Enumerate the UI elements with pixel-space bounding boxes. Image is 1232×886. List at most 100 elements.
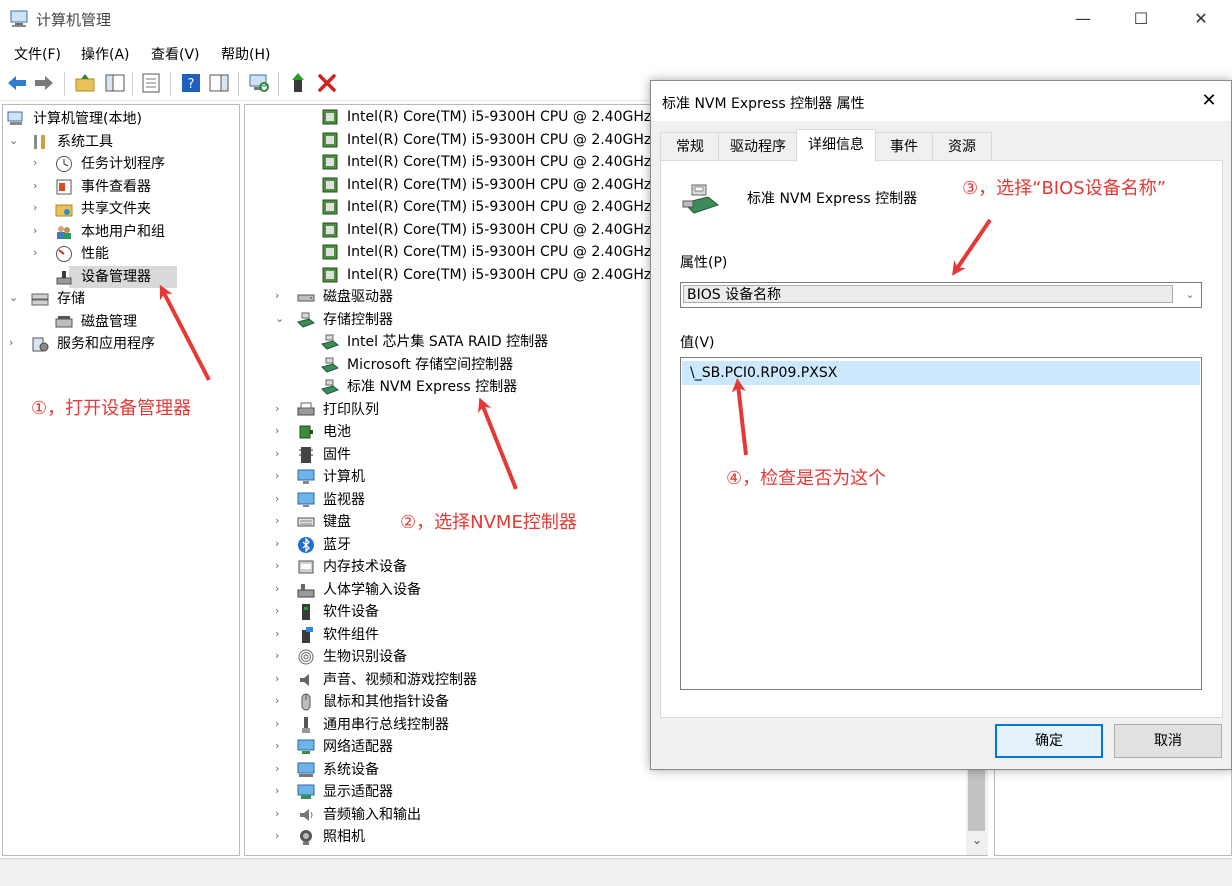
device-tree-item[interactable]: 照相机 <box>323 826 365 848</box>
tree-item[interactable]: 系统工具 <box>57 131 113 153</box>
tab-general[interactable]: 常规 <box>660 132 720 161</box>
scroll-down-arrow[interactable]: ⌄ <box>969 833 985 853</box>
device-tree-item[interactable]: 内存技术设备 <box>323 556 407 578</box>
tab-driver[interactable]: 驱动程序 <box>718 132 798 161</box>
dialog-close-button[interactable]: ✕ <box>1187 81 1231 121</box>
tree-item[interactable]: 任务计划程序 <box>81 153 165 175</box>
device-tree-item[interactable]: 人体学输入设备 <box>323 579 421 601</box>
chevron-right-icon[interactable]: › <box>275 447 279 460</box>
tree-item[interactable]: 计算机管理(本地) <box>33 108 142 130</box>
up-folder-icon[interactable] <box>74 72 96 94</box>
chevron-right-icon[interactable]: › <box>275 514 279 527</box>
uninstall-device-icon[interactable] <box>316 72 338 94</box>
chevron-right-icon[interactable]: › <box>275 469 279 482</box>
chevron-right-icon[interactable]: › <box>33 156 37 169</box>
property-dropdown[interactable]: BIOS 设备名称 ⌄ <box>680 282 1202 308</box>
device-tree-item[interactable]: Intel(R) Core(TM) i5-9300H CPU @ 2.40GHz <box>347 129 651 151</box>
minimize-button[interactable]: — <box>1060 0 1106 38</box>
help-icon[interactable]: ? <box>180 72 202 94</box>
tree-item[interactable]: 存储 <box>57 288 85 310</box>
device-tree-item[interactable]: Intel 芯片集 SATA RAID 控制器 <box>347 331 548 353</box>
forward-arrow-icon[interactable] <box>33 72 55 94</box>
chevron-right-icon[interactable]: › <box>275 784 279 797</box>
chevron-down-icon[interactable]: ⌄ <box>1181 284 1199 306</box>
device-tree-item[interactable]: Microsoft 存储空间控制器 <box>347 354 513 376</box>
chevron-right-icon[interactable]: › <box>275 762 279 775</box>
device-tree-item[interactable]: 打印队列 <box>323 399 379 421</box>
value-row[interactable]: \_SB.PCI0.RP09.PXSX <box>682 361 1200 385</box>
update-driver-icon[interactable] <box>288 72 310 94</box>
close-window-button[interactable]: ✕ <box>1178 0 1224 38</box>
chevron-right-icon[interactable]: › <box>275 582 279 595</box>
device-tree-item[interactable]: 磁盘驱动器 <box>323 286 393 308</box>
chevron-right-icon[interactable]: › <box>275 807 279 820</box>
device-tree-item[interactable]: Intel(R) Core(TM) i5-9300H CPU @ 2.40GHz <box>347 196 651 218</box>
chevron-right-icon[interactable]: › <box>275 537 279 550</box>
device-tree-item[interactable]: 标准 NVM Express 控制器 <box>347 376 517 398</box>
menu-view[interactable]: 查看(V) <box>151 44 200 64</box>
chevron-right-icon[interactable]: › <box>33 246 37 259</box>
device-tree-item[interactable]: Intel(R) Core(TM) i5-9300H CPU @ 2.40GHz <box>347 264 651 286</box>
device-tree-item[interactable]: 监视器 <box>323 489 365 511</box>
device-tree-item[interactable]: 电池 <box>323 421 351 443</box>
properties-icon[interactable] <box>140 72 162 94</box>
chevron-right-icon[interactable]: › <box>275 694 279 707</box>
device-tree-item[interactable]: 软件组件 <box>323 624 379 646</box>
device-tree-item[interactable]: 固件 <box>323 444 351 466</box>
tab-resources[interactable]: 资源 <box>932 132 992 161</box>
device-tree-item[interactable]: 生物识别设备 <box>323 646 407 668</box>
device-tree-item[interactable]: 软件设备 <box>323 601 379 623</box>
device-tree-item[interactable]: 通用串行总线控制器 <box>323 714 449 736</box>
tree-item[interactable]: 事件查看器 <box>81 176 151 198</box>
chevron-right-icon[interactable]: › <box>275 559 279 572</box>
chevron-right-icon[interactable]: › <box>275 649 279 662</box>
ok-button[interactable]: 确定 <box>995 724 1103 758</box>
scan-hardware-icon[interactable] <box>248 72 270 94</box>
device-tree-item[interactable]: 蓝牙 <box>323 534 351 556</box>
tree-item[interactable]: 设备管理器 <box>81 266 151 288</box>
chevron-right-icon[interactable]: › <box>33 224 37 237</box>
cancel-button[interactable]: 取消 <box>1114 724 1222 758</box>
tree-item[interactable]: 共享文件夹 <box>81 198 151 220</box>
device-tree-item[interactable]: 显示适配器 <box>323 781 393 803</box>
tab-events[interactable]: 事件 <box>874 132 934 161</box>
maximize-button[interactable]: ☐ <box>1118 0 1164 38</box>
chevron-right-icon[interactable]: › <box>275 289 279 302</box>
back-arrow-icon[interactable] <box>6 72 28 94</box>
device-tree-item[interactable]: Intel(R) Core(TM) i5-9300H CPU @ 2.40GHz <box>347 241 651 263</box>
chevron-right-icon[interactable]: › <box>275 739 279 752</box>
chevron-right-icon[interactable]: › <box>275 402 279 415</box>
chevron-right-icon[interactable]: › <box>275 492 279 505</box>
menu-action[interactable]: 操作(A) <box>81 44 130 64</box>
tab-details[interactable]: 详细信息 <box>796 129 876 162</box>
action-pane-icon[interactable] <box>208 72 230 94</box>
device-tree-item[interactable]: 鼠标和其他指针设备 <box>323 691 449 713</box>
device-tree-item[interactable]: Intel(R) Core(TM) i5-9300H CPU @ 2.40GHz <box>347 219 651 241</box>
device-tree-item[interactable]: 计算机 <box>323 466 365 488</box>
show-hide-tree-icon[interactable] <box>104 72 126 94</box>
chevron-right-icon[interactable]: › <box>275 604 279 617</box>
chevron-right-icon[interactable]: › <box>275 627 279 640</box>
chevron-right-icon[interactable]: › <box>9 336 13 349</box>
device-tree-item[interactable]: 键盘 <box>323 511 351 533</box>
menu-file[interactable]: 文件(F) <box>14 44 61 64</box>
device-tree-item[interactable]: 声音、视频和游戏控制器 <box>323 669 477 691</box>
tree-item[interactable]: 服务和应用程序 <box>57 333 155 355</box>
chevron-down-icon[interactable]: ⌄ <box>9 134 18 147</box>
device-tree-item[interactable]: 存储控制器 <box>323 309 393 331</box>
chevron-right-icon[interactable]: › <box>275 424 279 437</box>
tree-item[interactable]: 性能 <box>81 243 109 265</box>
chevron-right-icon[interactable]: › <box>275 829 279 842</box>
chevron-down-icon[interactable]: ⌄ <box>275 312 284 325</box>
tree-item[interactable]: 磁盘管理 <box>81 311 137 333</box>
device-tree-item[interactable]: Intel(R) Core(TM) i5-9300H CPU @ 2.40GHz <box>347 106 651 128</box>
menu-help[interactable]: 帮助(H) <box>221 44 270 64</box>
device-tree-item[interactable]: 系统设备 <box>323 759 379 781</box>
device-tree-item[interactable]: Intel(R) Core(TM) i5-9300H CPU @ 2.40GHz <box>347 151 651 173</box>
tree-item[interactable]: 本地用户和组 <box>81 221 165 243</box>
chevron-right-icon[interactable]: › <box>275 672 279 685</box>
chevron-down-icon[interactable]: ⌄ <box>9 291 18 304</box>
chevron-right-icon[interactable]: › <box>33 179 37 192</box>
chevron-right-icon[interactable]: › <box>33 201 37 214</box>
value-list[interactable]: \_SB.PCI0.RP09.PXSX <box>680 357 1202 690</box>
